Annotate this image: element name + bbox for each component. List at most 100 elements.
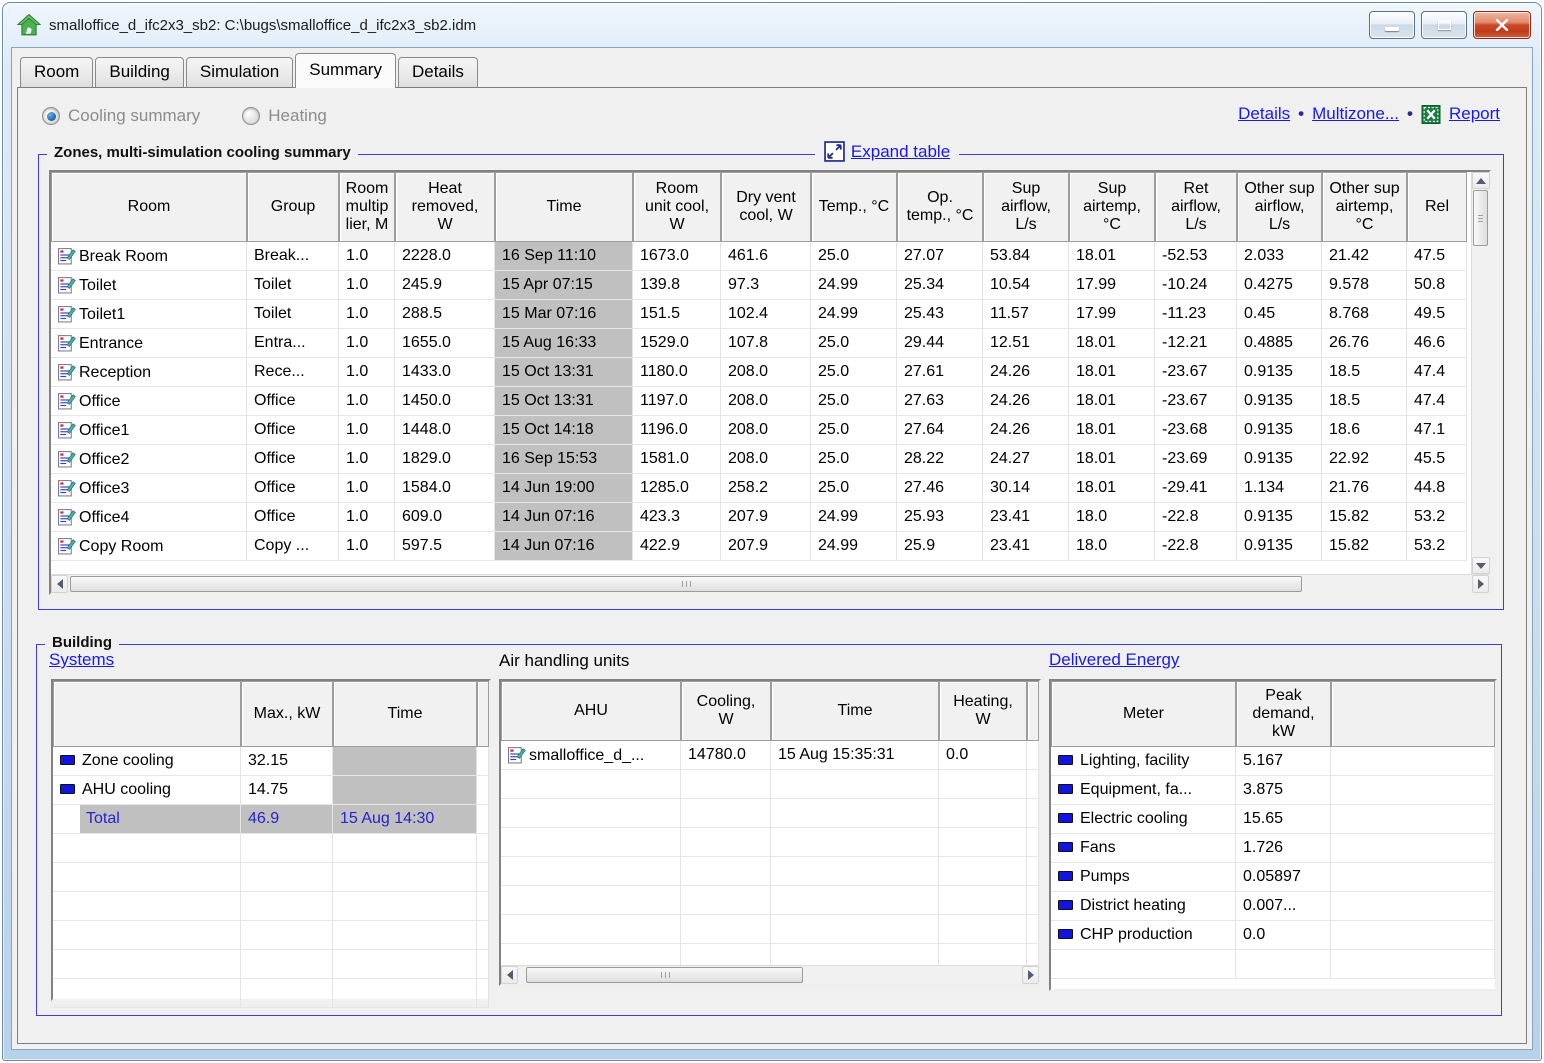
zone-table-row[interactable]: Entrance Entra... 1.0 1655.0 15 Aug 16:3… (51, 329, 1467, 358)
header-ret-airflow[interactable]: Ret airflow, L/s (1155, 172, 1237, 242)
header-temp[interactable]: Temp., °C (811, 172, 897, 242)
zone-table-row[interactable]: Office Office 1.0 1450.0 15 Oct 13:31 11… (51, 387, 1467, 416)
group-cell: Office (247, 416, 339, 445)
tab-summary[interactable]: Summary (295, 53, 396, 88)
zone-table-row[interactable]: Office2 Office 1.0 1829.0 16 Sep 15:53 1… (51, 445, 1467, 474)
titlebar[interactable]: smalloffice_d_ifc2x3_sb2: C:\bugs\smallo… (3, 3, 1541, 47)
scroll-right-button[interactable] (1022, 966, 1039, 984)
other-sup-airtemp-cell: 8.768 (1322, 300, 1407, 329)
tab-simulation[interactable]: Simulation (186, 57, 293, 87)
energy-table-row[interactable]: District heating 0.007... (1051, 892, 1495, 921)
multiplier-cell: 1.0 (339, 329, 395, 358)
temp-cell: 25.0 (811, 416, 897, 445)
systems-link[interactable]: Systems (49, 650, 114, 670)
room-name: Break Room (79, 248, 168, 265)
sup-airflow-cell: 23.41 (983, 503, 1069, 532)
energy-table-row[interactable]: CHP production 0.0 (1051, 921, 1495, 950)
horizontal-scroll-thumb[interactable] (70, 576, 1302, 592)
header-heat-removed[interactable]: Heat removed, W (395, 172, 495, 242)
horizontal-scroll-track[interactable] (518, 966, 1022, 984)
close-button[interactable] (1473, 11, 1531, 39)
header-time[interactable]: Time (495, 172, 633, 242)
zone-table-row[interactable]: Break Room Break... 1.0 2228.0 16 Sep 11… (51, 242, 1467, 271)
header-spacer (1027, 681, 1039, 741)
meter-name: District heating (1080, 897, 1186, 914)
expand-icon[interactable] (824, 141, 845, 162)
tab-details[interactable]: Details (398, 57, 478, 87)
scroll-left-button[interactable] (51, 575, 68, 593)
zone-table-row[interactable]: Office4 Office 1.0 609.0 14 Jun 07:16 42… (51, 503, 1467, 532)
energy-table-row[interactable]: Lighting, facility 5.167 (1051, 747, 1495, 776)
spacer-cell (1331, 892, 1495, 921)
meter-icon (1058, 871, 1073, 881)
header-room[interactable]: Room (51, 172, 247, 242)
excel-icon (1421, 105, 1441, 124)
horizontal-scroll-track[interactable] (68, 575, 1472, 593)
header-room-multiplier[interactable]: Room multip lier, M (339, 172, 395, 242)
horizontal-scroll-thumb[interactable] (526, 967, 803, 983)
header-ahu[interactable]: AHU (501, 681, 681, 741)
zone-table-row[interactable]: Copy Room Copy ... 1.0 597.5 14 Jun 07:1… (51, 532, 1467, 561)
header-system[interactable] (53, 681, 241, 747)
energy-table-row[interactable]: Fans 1.726 (1051, 834, 1495, 863)
header-meter[interactable]: Meter (1051, 681, 1236, 747)
header-cooling-w[interactable]: Cooling, W (681, 681, 771, 741)
empty-row (1051, 950, 1495, 979)
header-sup-airtemp[interactable]: Sup airtemp, °C (1069, 172, 1155, 242)
header-max-kw[interactable]: Max., kW (241, 681, 333, 747)
header-other-sup-airtemp[interactable]: Other sup airtemp, °C (1322, 172, 1407, 242)
sup-airtemp-cell: 18.0 (1069, 503, 1155, 532)
systems-table-row[interactable]: Zone cooling 32.15 (53, 747, 489, 776)
heating-radio[interactable]: Heating (242, 106, 327, 126)
header-other-sup-airflow[interactable]: Other sup airflow, L/s (1237, 172, 1322, 242)
room-cell: Office3 (51, 474, 247, 503)
meter-label-cell: Lighting, facility (1051, 747, 1236, 776)
header-op-temp[interactable]: Op. temp., °C (897, 172, 983, 242)
time-cell: 15 Apr 07:15 (495, 271, 633, 300)
zone-table-row[interactable]: Office1 Office 1.0 1448.0 15 Oct 14:18 1… (51, 416, 1467, 445)
expand-table-link[interactable]: Expand table (851, 142, 950, 162)
zone-table-row[interactable]: Office3 Office 1.0 1584.0 14 Jun 19:00 1… (51, 474, 1467, 503)
minimize-button[interactable] (1369, 11, 1415, 39)
header-rel[interactable]: Rel (1407, 172, 1467, 242)
maximize-button[interactable] (1421, 11, 1467, 39)
energy-table-row[interactable]: Pumps 0.05897 (1051, 863, 1495, 892)
scroll-right-button[interactable] (1472, 575, 1489, 593)
details-link[interactable]: Details (1238, 104, 1290, 124)
energy-table-row[interactable]: Electric cooling 15.65 (1051, 805, 1495, 834)
zones-vertical-scrollbar[interactable] (1471, 172, 1489, 574)
header-ahu-time[interactable]: Time (771, 681, 939, 741)
vertical-scroll-track[interactable] (1472, 189, 1489, 557)
header-peak-demand[interactable]: Peak demand, kW (1236, 681, 1331, 747)
report-link[interactable]: Report (1449, 104, 1500, 124)
header-group[interactable]: Group (247, 172, 339, 242)
energy-table-row[interactable]: Equipment, fa... 3.875 (1051, 776, 1495, 805)
ahu-table-row[interactable]: smalloffice_d_... 14780.0 15 Aug 15:35:3… (501, 741, 1039, 770)
header-room-unit-cool[interactable]: Room unit cool, W (633, 172, 721, 242)
systems-table: Max., kW Time Zone cooling 32.15 AHU coo… (53, 681, 489, 1008)
multizone-link[interactable]: Multizone... (1312, 104, 1399, 124)
tab-building[interactable]: Building (95, 57, 184, 87)
sup-airflow-cell: 24.27 (983, 445, 1069, 474)
scroll-up-button[interactable] (1472, 172, 1490, 189)
scroll-left-button[interactable] (501, 966, 518, 984)
systems-total-row[interactable]: Total 46.9 15 Aug 14:30 (53, 805, 489, 834)
header-heating-w[interactable]: Heating, W (939, 681, 1027, 741)
room-cell: Toilet (51, 271, 247, 300)
zone-table-row[interactable]: Toilet1 Toilet 1.0 288.5 15 Mar 07:16 15… (51, 300, 1467, 329)
vertical-scroll-thumb[interactable] (1473, 190, 1488, 246)
zone-table-row[interactable]: Toilet Toilet 1.0 245.9 15 Apr 07:15 139… (51, 271, 1467, 300)
scroll-down-button[interactable] (1472, 557, 1490, 574)
room-name: Copy Room (79, 538, 163, 555)
tab-room[interactable]: Room (20, 57, 93, 87)
zones-horizontal-scrollbar[interactable] (51, 574, 1489, 593)
zone-table-row[interactable]: Reception Rece... 1.0 1433.0 15 Oct 13:3… (51, 358, 1467, 387)
cooling-summary-radio[interactable]: Cooling summary (42, 106, 200, 126)
room-unit-cool-cell: 1180.0 (633, 358, 721, 387)
systems-table-row[interactable]: AHU cooling 14.75 (53, 776, 489, 805)
ahu-horizontal-scrollbar[interactable] (501, 965, 1039, 984)
delivered-energy-link[interactable]: Delivered Energy (1049, 650, 1179, 670)
header-system-time[interactable]: Time (333, 681, 477, 747)
header-dry-vent-cool[interactable]: Dry vent cool, W (721, 172, 811, 242)
header-sup-airflow[interactable]: Sup airflow, L/s (983, 172, 1069, 242)
